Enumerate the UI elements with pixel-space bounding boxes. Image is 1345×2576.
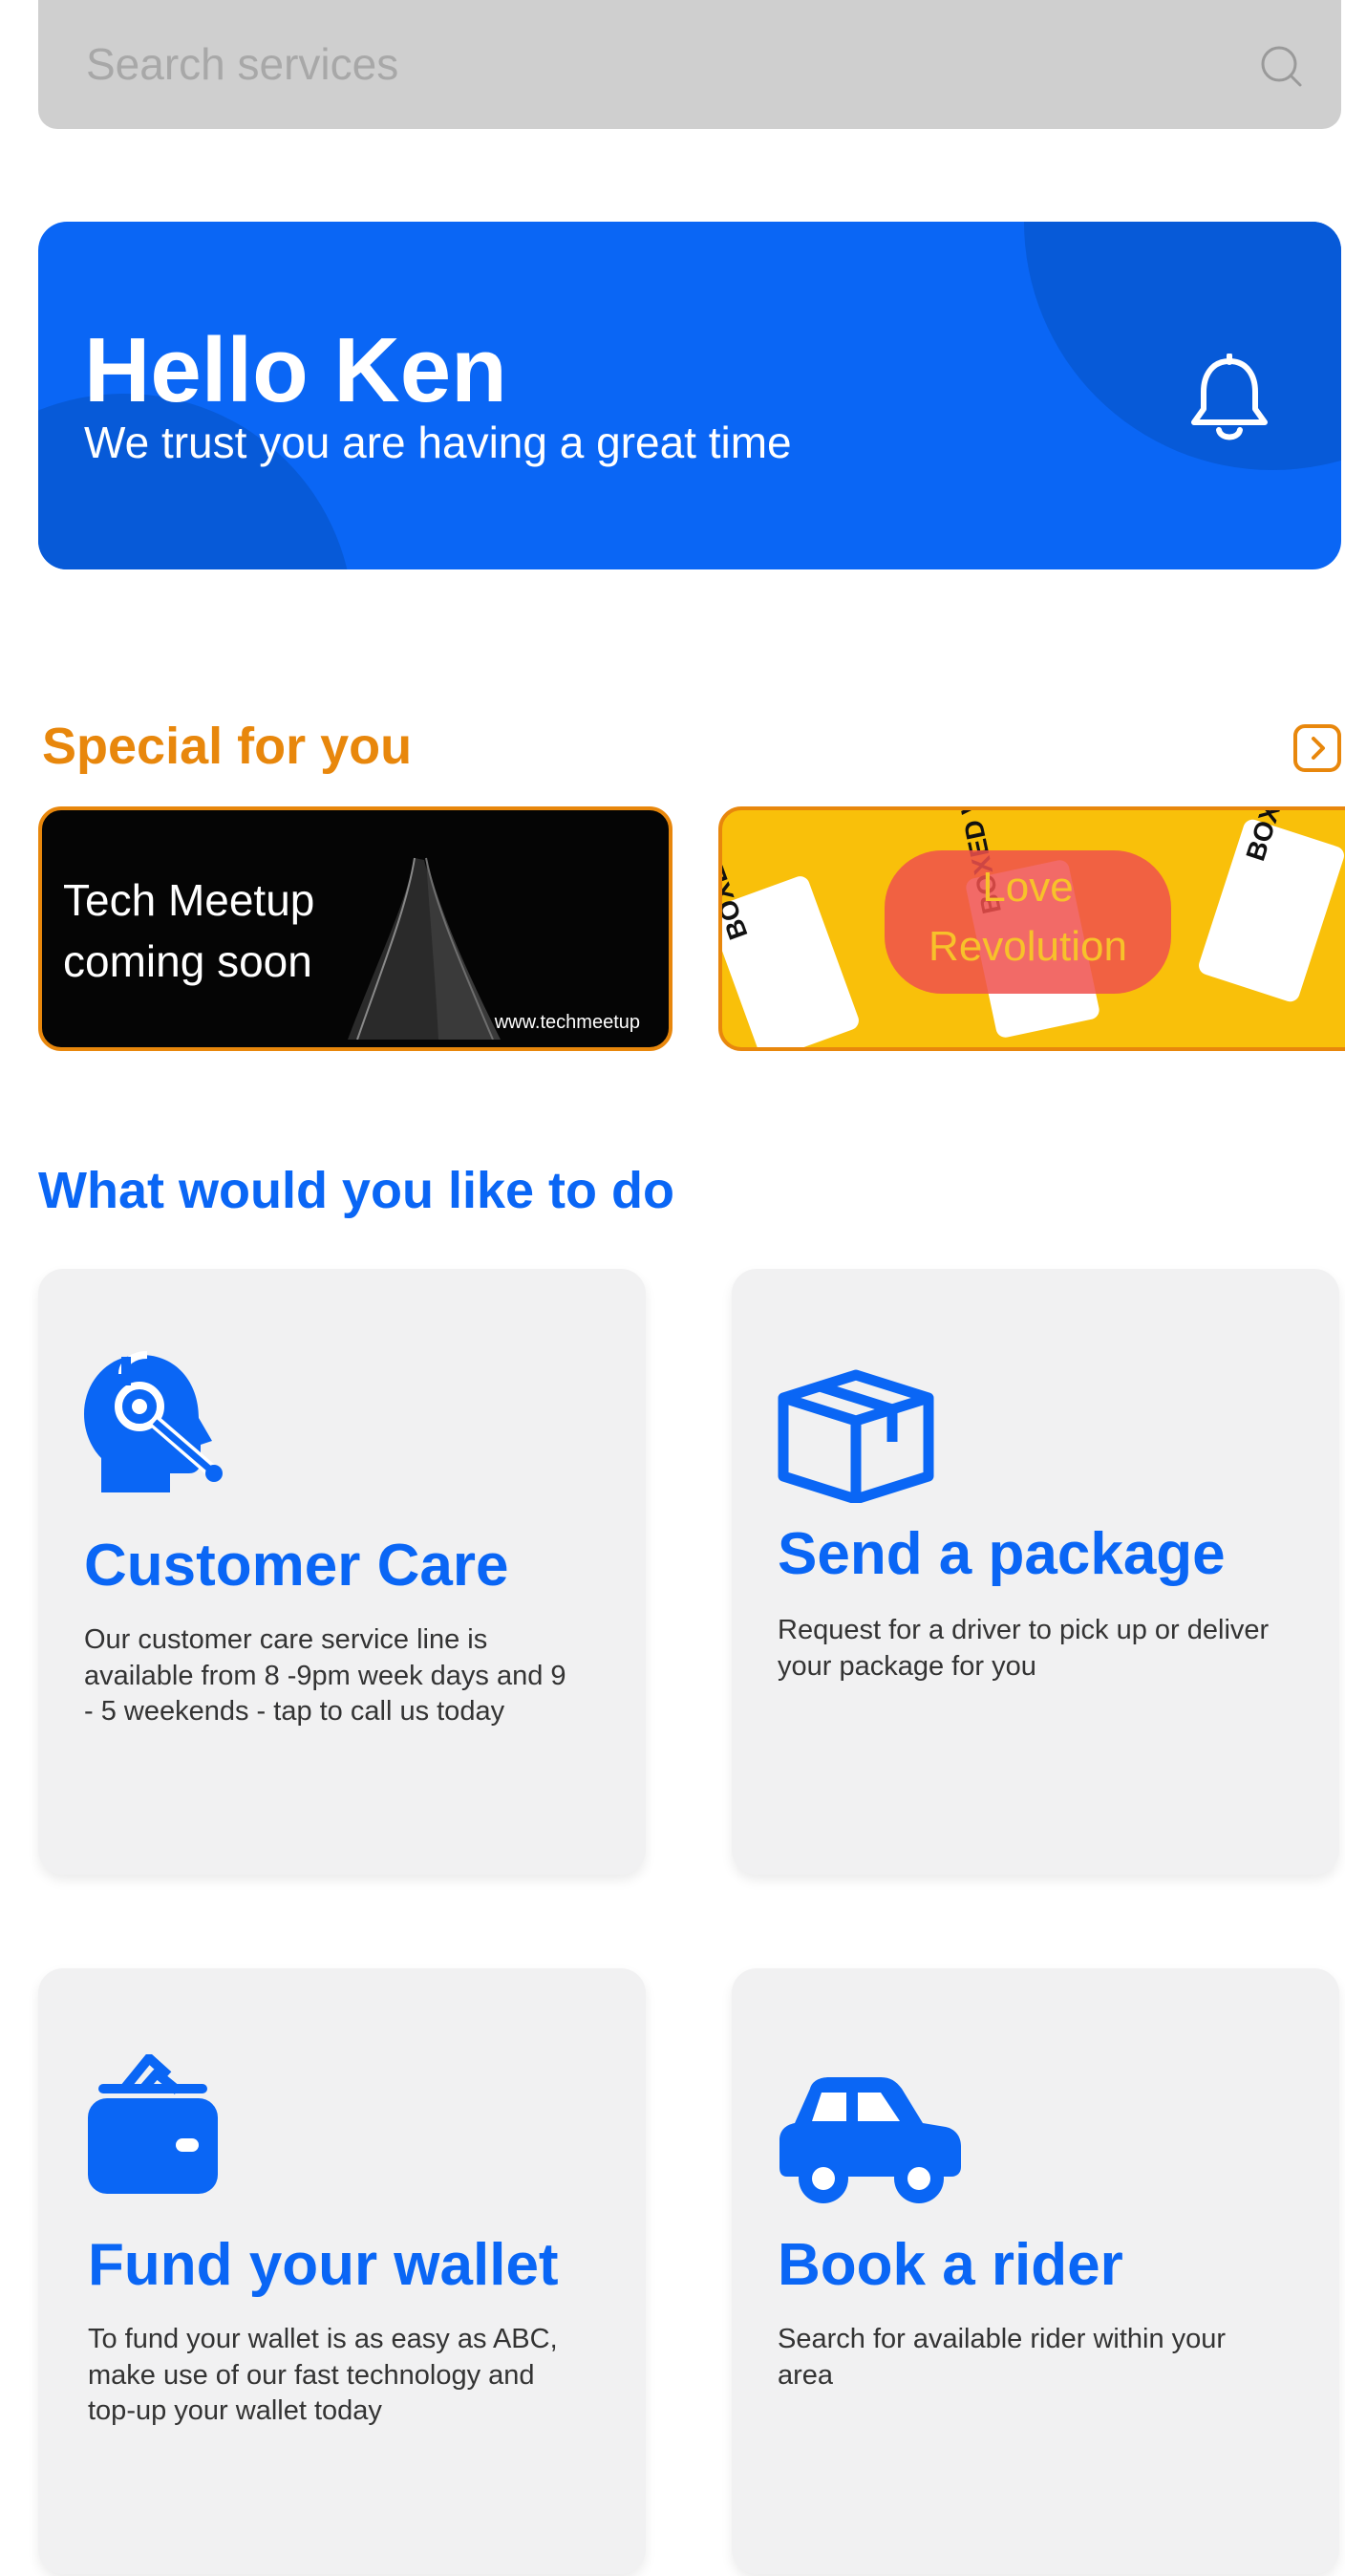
wallet-icon (88, 2054, 218, 2194)
greeting-subtitle: We trust you are having a great time (84, 418, 792, 467)
promo-url: www.techmeetup (494, 1012, 640, 1033)
special-section-title: Special for you (42, 718, 413, 775)
card-title: Customer Care (84, 1533, 509, 1599)
customer-care-card[interactable]: Customer Care Our customer care service … (38, 1269, 646, 1875)
carton-brand: BOXED WATER (1240, 810, 1329, 865)
card-description: Request for a driver to pick up or deliv… (778, 1615, 1270, 1682)
search-bar[interactable] (38, 0, 1341, 129)
decorative-circle (1024, 222, 1341, 470)
package-icon (778, 1369, 934, 1503)
card-title: Send a package (778, 1521, 1226, 1587)
carton-brand: BOXED WATER (718, 810, 754, 944)
card-description: Search for available rider within your a… (778, 2324, 1227, 2391)
search-icon[interactable] (1259, 44, 1303, 88)
promo-title: Tech Meetup coming soon (63, 875, 315, 987)
special-next-button[interactable] (1293, 724, 1341, 772)
send-package-card[interactable]: Send a package Request for a driver to p… (732, 1269, 1339, 1875)
car-icon (779, 2077, 961, 2203)
chevron-right-icon (1312, 737, 1325, 760)
fund-wallet-card[interactable]: Fund your wallet To fund your wallet is … (38, 1968, 646, 2574)
card-description: To fund your wallet is as easy as ABC, m… (88, 2324, 558, 2427)
book-rider-card[interactable]: Book a rider Search for available rider … (732, 1968, 1339, 2574)
promo-title: Love Revolution (929, 864, 1127, 970)
customer-support-icon (84, 1351, 223, 1492)
carton-image: BOXED WATER (1196, 810, 1345, 1004)
search-input[interactable] (86, 29, 1213, 99)
card-description: Our customer care service line is availa… (84, 1624, 566, 1728)
promo-card-tech-meetup[interactable]: Tech Meetup coming soon www.techmeetup (38, 806, 672, 1051)
bell-icon[interactable] (1188, 354, 1270, 443)
card-title: Fund your wallet (88, 2232, 559, 2298)
greeting-title: Hello Ken (84, 319, 507, 421)
card-title: Book a rider (778, 2232, 1123, 2298)
carton-image: BOXED WATER (722, 810, 862, 1047)
actions-section-title: What would you like to do (38, 1162, 674, 1219)
promo-card-love-revolution[interactable]: BOXED WATER BOXED WATER BOXED WATER Love… (718, 806, 1345, 1051)
greeting-banner: Hello Ken We trust you are having a grea… (38, 222, 1341, 569)
